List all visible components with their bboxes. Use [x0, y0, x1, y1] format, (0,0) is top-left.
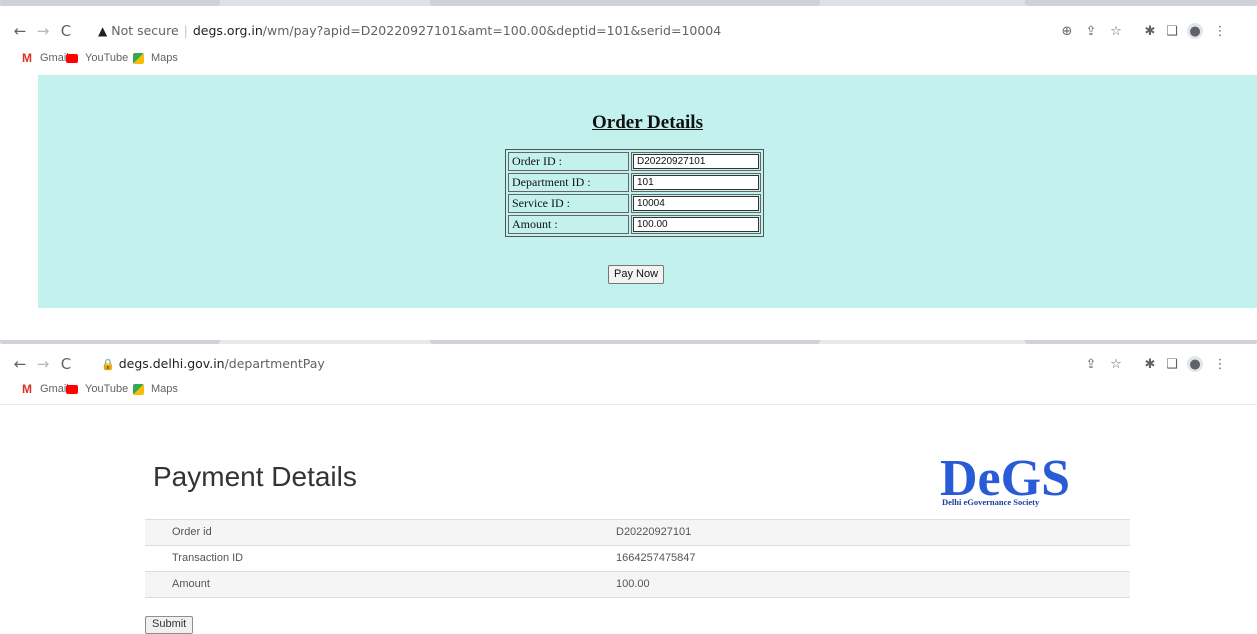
back-icon[interactable]: ← — [10, 21, 30, 41]
url-path: /wm/pay?apid=D20220927101&amt=100.00&dep… — [262, 23, 722, 38]
row-value: 1664257475847 — [616, 552, 696, 564]
youtube-icon — [65, 383, 79, 395]
row-label: Order ID : — [508, 152, 629, 171]
submit-button[interactable]: Submit — [145, 616, 194, 634]
bookmarks-bar: M Gmail YouTube Maps — [0, 379, 1257, 403]
row-value: D20220927101 — [616, 526, 692, 538]
bookmark-label: YouTube — [85, 383, 129, 395]
lock-icon: 🔒 — [101, 358, 115, 371]
bookmark-gmail[interactable]: M Gmail — [20, 51, 69, 65]
row-value-cell: 100.00 — [631, 215, 761, 234]
order-id-field[interactable]: D20220927101 — [633, 154, 759, 169]
table-row: Amount : 100.00 — [508, 215, 761, 234]
share-icon[interactable]: ⇪ — [1083, 23, 1099, 39]
bookmark-youtube[interactable]: YouTube — [65, 52, 128, 64]
url-separator: | — [183, 23, 188, 38]
gmail-icon: M — [22, 51, 32, 65]
table-row: Transaction ID 1664257475847 — [145, 546, 1130, 572]
department-id-field[interactable]: 101 — [633, 175, 759, 190]
back-icon[interactable]: ← — [10, 354, 30, 374]
gmail-icon: M — [22, 382, 32, 396]
tab[interactable] — [1025, 340, 1257, 344]
toolbar: ← → C ▲ Not secure | degs.org.in/wm/pay?ap… — [0, 13, 1257, 49]
bookmarks-bar: M Gmail YouTube Maps — [0, 48, 1257, 72]
tab-strip — [0, 0, 1257, 6]
maps-icon — [131, 52, 145, 64]
row-label: Department ID : — [508, 173, 629, 192]
table-row: Amount 100.00 — [145, 572, 1130, 598]
bookmark-maps[interactable]: Maps — [131, 383, 178, 395]
bookmark-label: YouTube — [85, 52, 129, 64]
star-icon[interactable]: ☆ — [1108, 356, 1124, 372]
order-details-table: Order ID : D20220927101 Department ID : … — [505, 149, 764, 237]
bookmark-label: Maps — [151, 52, 178, 64]
tab-strip — [0, 340, 1257, 344]
table-row: Order ID : D20220927101 — [508, 152, 761, 171]
share-icon[interactable]: ⇪ — [1083, 356, 1099, 372]
table-row: Order id D20220927101 — [145, 520, 1130, 546]
row-value: 100.00 — [616, 578, 650, 590]
row-value-cell: 101 — [631, 173, 761, 192]
service-id-field[interactable]: 10004 — [633, 196, 759, 211]
row-label: Amount — [172, 578, 210, 590]
address-bar[interactable]: 🔒 degs.delhi.gov.in/departmentPay — [101, 356, 325, 371]
maps-icon — [131, 383, 145, 395]
toolbar: ← → C 🔒 degs.delhi.gov.in/departmentPay ⇪… — [0, 346, 1257, 382]
address-bar[interactable]: ▲ Not secure | degs.org.in/wm/pay?apid=D20… — [98, 23, 721, 38]
extensions-icon[interactable]: ✱ — [1142, 23, 1158, 39]
forward-icon[interactable]: → — [33, 21, 53, 41]
row-label: Transaction ID — [172, 552, 244, 564]
bookmark-maps[interactable]: Maps — [131, 52, 178, 64]
menu-icon[interactable]: ⋮ — [1212, 356, 1228, 372]
table-row: Department ID : 101 — [508, 173, 761, 192]
security-label: Not secure — [111, 23, 179, 38]
url-host: degs.org.in — [192, 23, 263, 38]
divider — [0, 404, 1257, 405]
sidepanel-icon[interactable]: ❑ — [1164, 23, 1180, 39]
tab[interactable] — [430, 340, 820, 344]
row-value-cell: D20220927101 — [631, 152, 761, 171]
youtube-icon — [65, 52, 79, 64]
pay-now-button[interactable]: Pay Now — [608, 265, 665, 284]
order-details-page: Order Details Order ID : D20220927101 De… — [38, 75, 1257, 308]
zoom-icon[interactable]: ⊕ — [1059, 23, 1075, 39]
logo-tagline: Delhi eGovernance Society — [942, 497, 1040, 507]
amount-field[interactable]: 100.00 — [633, 217, 759, 232]
profile-icon[interactable]: ● — [1187, 23, 1203, 39]
profile-icon[interactable]: ● — [1187, 356, 1203, 372]
reload-icon[interactable]: C — [56, 21, 76, 41]
row-label: Amount : — [508, 215, 629, 234]
page-title: Payment Details — [153, 461, 357, 492]
bookmark-gmail[interactable]: M Gmail — [20, 382, 69, 396]
star-icon[interactable]: ☆ — [1108, 23, 1124, 39]
tab[interactable] — [0, 0, 220, 6]
tab[interactable] — [1025, 0, 1257, 6]
row-value-cell: 10004 — [631, 194, 761, 213]
degs-logo: DeGS Delhi eGovernance Society — [940, 450, 1070, 507]
extensions-icon[interactable]: ✱ — [1142, 356, 1158, 372]
tab[interactable] — [430, 0, 820, 6]
page-title: Order Details — [592, 112, 703, 133]
row-label: Service ID : — [508, 194, 629, 213]
reload-icon[interactable]: C — [56, 354, 76, 374]
forward-icon[interactable]: → — [33, 354, 53, 374]
warning-icon: ▲ — [98, 24, 108, 38]
table-row: Service ID : 10004 — [508, 194, 761, 213]
menu-icon[interactable]: ⋮ — [1212, 23, 1228, 39]
payment-details-table: Order id D20220927101 Transaction ID 166… — [145, 519, 1130, 598]
url-path: /departmentPay — [224, 356, 325, 371]
url-host: degs.delhi.gov.in — [118, 356, 225, 371]
tab[interactable] — [0, 340, 220, 344]
sidepanel-icon[interactable]: ❑ — [1164, 356, 1180, 372]
bookmark-youtube[interactable]: YouTube — [65, 383, 128, 395]
bookmark-label: Maps — [151, 383, 178, 395]
row-label: Order id — [172, 526, 212, 538]
